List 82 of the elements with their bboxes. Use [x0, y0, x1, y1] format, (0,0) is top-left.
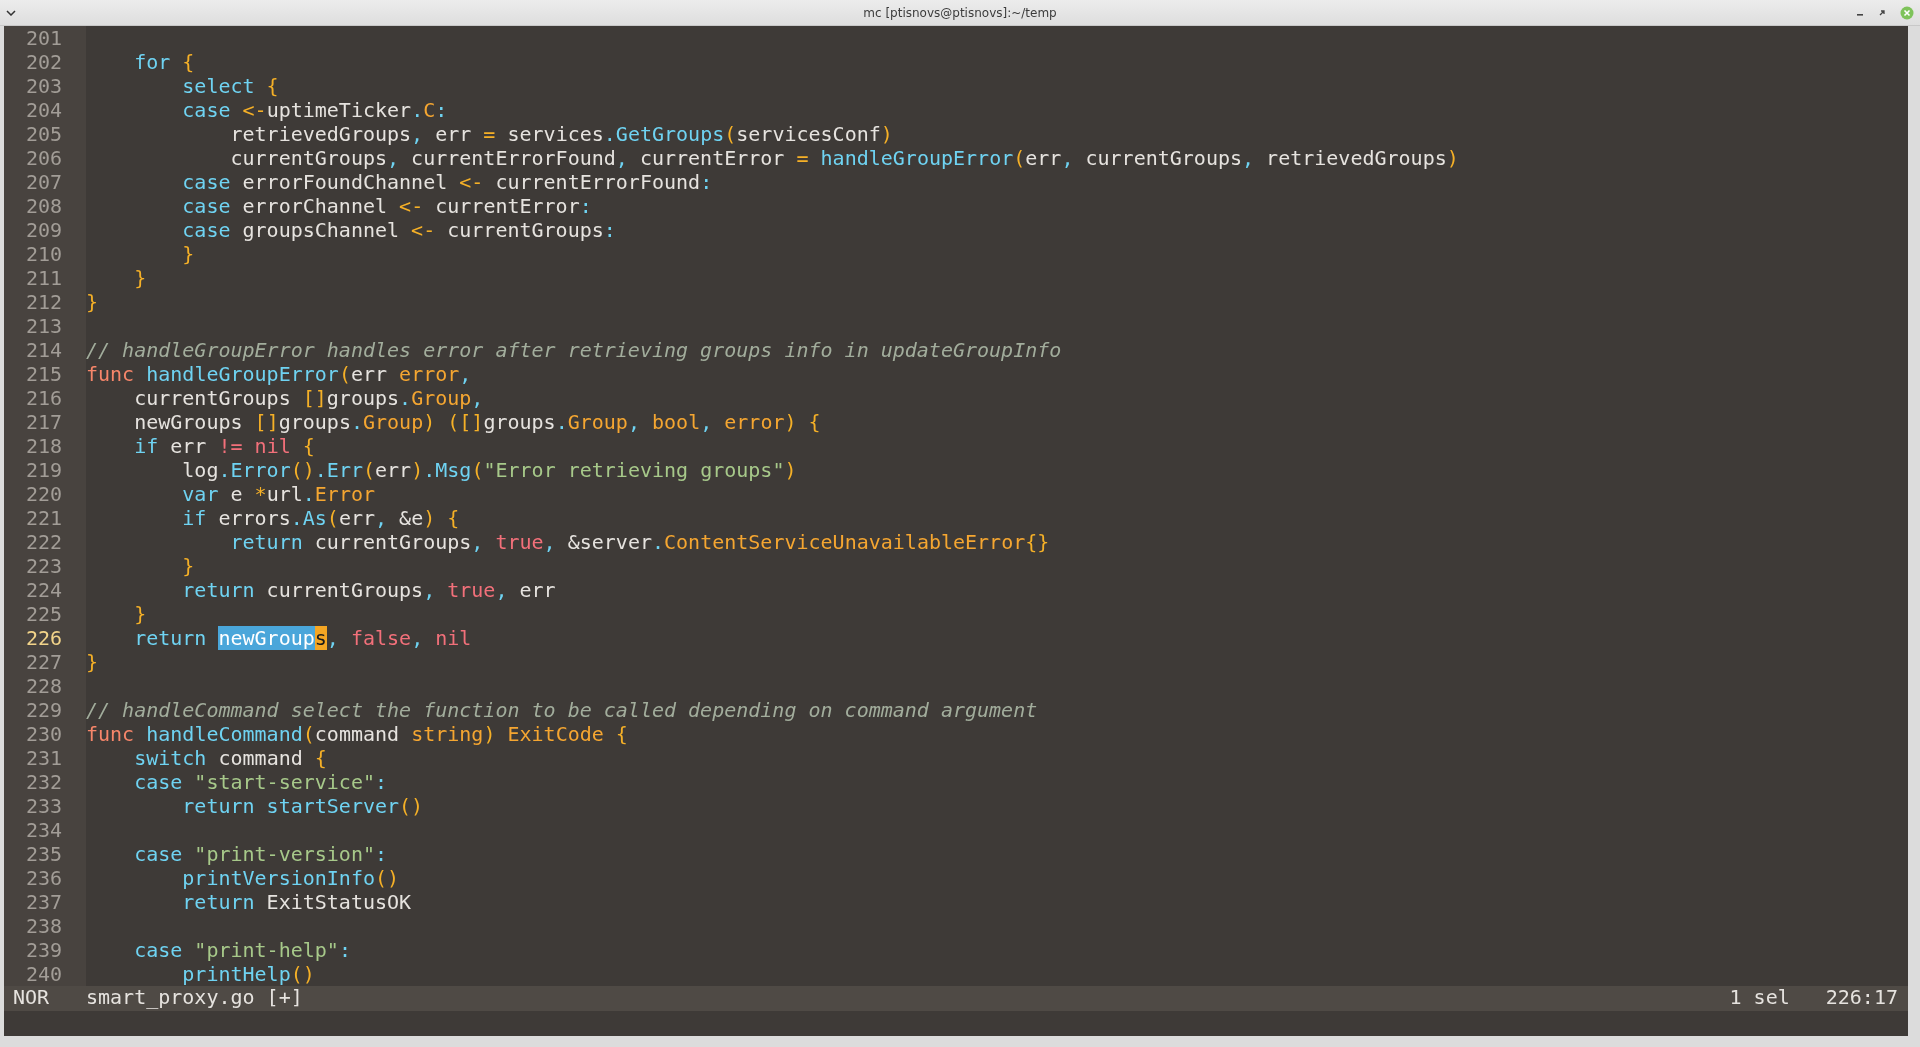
line-number: 221: [4, 506, 86, 530]
restore-icon[interactable]: [1878, 8, 1886, 17]
line-number: 210: [4, 242, 86, 266]
code-line: return startServer(): [181, 794, 424, 818]
code-line: printVersionInfo(): [181, 866, 400, 890]
line-number: 227: [4, 650, 86, 674]
window-title: mc [ptisnovs@ptisnovs]:~/temp: [863, 5, 1057, 20]
line-number: 226: [4, 626, 86, 650]
code-line: }: [133, 266, 147, 290]
code-line: for {: [133, 50, 195, 74]
line-number: 216: [4, 386, 86, 410]
menu-caret-icon[interactable]: [6, 9, 16, 16]
code-line: func handleGroupError(err error,: [86, 362, 472, 386]
code-line: case errorFoundChannel <- currentErrorFound:: [181, 170, 713, 194]
line-number: 206: [4, 146, 86, 170]
file-name: smart_proxy.go [+]: [86, 986, 303, 1011]
code-line: }: [181, 554, 195, 578]
line-number: 234: [4, 818, 86, 842]
line-number: 230: [4, 722, 86, 746]
line-number: 202: [4, 50, 86, 74]
line-number: 214: [4, 338, 86, 362]
line-number: 205: [4, 122, 86, 146]
code-line: }: [181, 242, 195, 266]
code-line: }: [86, 290, 99, 314]
code-line: case "start-service":: [133, 770, 388, 794]
line-number: 236: [4, 866, 86, 890]
code-line: case "print-help":: [133, 938, 351, 962]
code-comment: // handleGroupError handles error after retrieving groups info in updateGroupInfo: [86, 338, 1062, 362]
line-number: 208: [4, 194, 86, 218]
line-number: 235: [4, 842, 86, 866]
line-number: 213: [4, 314, 86, 338]
code-line: printHelp(): [181, 962, 315, 986]
code-line: }: [133, 602, 147, 626]
selection-count: 1 sel: [1729, 986, 1790, 1011]
line-number: 212: [4, 290, 86, 314]
line-number: 228: [4, 674, 86, 698]
line-number: 209: [4, 218, 86, 242]
code-line: return newGroups, false, nil: [133, 626, 472, 650]
line-number: 238: [4, 914, 86, 938]
line-number: 237: [4, 890, 86, 914]
line-number: 217: [4, 410, 86, 434]
code-line: return currentGroups, true, &server.ContentServiceUnavailableError{}: [229, 530, 1050, 554]
line-number: 222: [4, 530, 86, 554]
line-number: 220: [4, 482, 86, 506]
code-line: }: [86, 650, 99, 674]
line-number: 218: [4, 434, 86, 458]
code-line: switch command {: [133, 746, 327, 770]
line-number: 203: [4, 74, 86, 98]
line-number: 219: [4, 458, 86, 482]
code-line: var e *url.Error: [181, 482, 376, 506]
line-number: 225: [4, 602, 86, 626]
line-number: 215: [4, 362, 86, 386]
code-line: currentGroups []groups.Group,: [133, 386, 484, 410]
code-line: func handleCommand(command string) ExitCode {: [86, 722, 628, 746]
line-number: 207: [4, 170, 86, 194]
code-line: currentGroups, currentErrorFound, currentError = handleGroupError(err, currentGroups, retrievedGroups): [229, 146, 1459, 170]
line-number: 223: [4, 554, 86, 578]
line-number: 240: [4, 962, 86, 986]
code-line: case groupsChannel <- currentGroups:: [181, 218, 616, 242]
line-number: 204: [4, 98, 86, 122]
line-number: 231: [4, 746, 86, 770]
line-number: 239: [4, 938, 86, 962]
code-line: if err != nil {: [133, 434, 315, 458]
code-line: if errors.As(err, &e) {: [181, 506, 460, 530]
code-line: case <-uptimeTicker.C:: [181, 98, 448, 122]
mode-indicator: NOR: [12, 986, 51, 1011]
line-number: 211: [4, 266, 86, 290]
line-number: 232: [4, 770, 86, 794]
line-number: 229: [4, 698, 86, 722]
code-line: retrievedGroups, err = services.GetGroups(servicesConf): [229, 122, 893, 146]
code-line: case errorChannel <- currentError:: [181, 194, 592, 218]
line-number: 201: [4, 26, 86, 50]
code-line: newGroups []groups.Group) ([]groups.Group, bool, error) {: [133, 410, 821, 434]
code-line: return currentGroups, true, err: [181, 578, 556, 602]
code-line: select {: [181, 74, 279, 98]
code-line: case "print-version":: [133, 842, 388, 866]
cursor-position: 226:17: [1825, 986, 1898, 1011]
code-comment: // handleCommand select the function to be called depending on command argument: [86, 698, 1038, 722]
line-number: 233: [4, 794, 86, 818]
code-line: log.Error().Err(err).Msg("Error retrieving groups"): [181, 458, 797, 482]
code-line: return ExitStatusOK: [181, 890, 412, 914]
line-number: 224: [4, 578, 86, 602]
